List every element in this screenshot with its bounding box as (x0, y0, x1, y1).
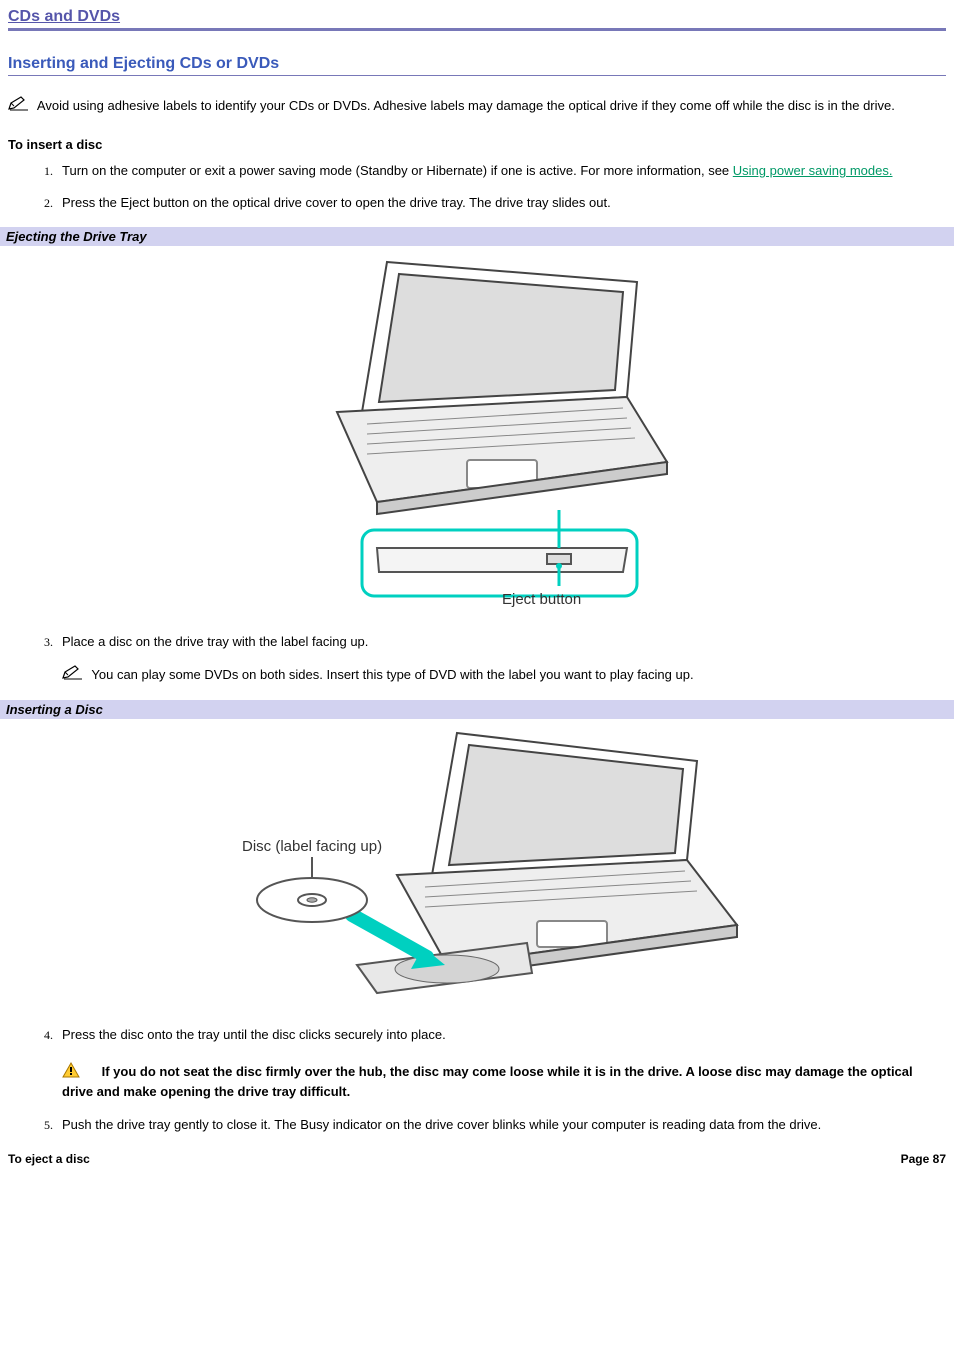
insert-steps-list-cont: Place a disc on the drive tray with the … (8, 633, 946, 686)
insert-steps-list-cont2: Press the disc onto the tray until the d… (8, 1026, 946, 1134)
step-4-text: Press the disc onto the tray until the d… (62, 1027, 446, 1042)
figure-1-caption: Ejecting the Drive Tray (0, 227, 954, 246)
step-1-text: Turn on the computer or exit a power sav… (62, 163, 733, 178)
step-1: Turn on the computer or exit a power sav… (56, 162, 946, 180)
step-4: Press the disc onto the tray until the d… (56, 1026, 946, 1102)
step-4-warning-text: If you do not seat the disc firmly over … (62, 1064, 913, 1099)
step-2: Press the Eject button on the optical dr… (56, 194, 946, 212)
figure-2-caption: Inserting a Disc (0, 700, 954, 719)
step-4-warning: If you do not seat the disc firmly over … (62, 1062, 946, 1101)
insert-heading: To insert a disc (8, 137, 946, 152)
power-saving-modes-link[interactable]: Using power saving modes. (733, 163, 893, 178)
disc-label: Disc (label facing up) (242, 838, 382, 855)
step-3-text: Place a disc on the drive tray with the … (62, 634, 368, 649)
step-3-note: You can play some DVDs on both sides. In… (62, 665, 946, 686)
footer-page-number: Page 87 (901, 1152, 946, 1166)
figure-2: Disc (label facing up) (8, 725, 946, 1008)
top-note: Avoid using adhesive labels to identify … (8, 96, 946, 117)
pencil-note-icon (62, 665, 84, 686)
figure-1: Eject button (8, 252, 946, 615)
step-5: Push the drive tray gently to close it. … (56, 1116, 946, 1134)
pencil-note-icon (8, 96, 30, 117)
page-footer: To eject a disc Page 87 (8, 1152, 946, 1166)
sub-section-title: Inserting and Ejecting CDs or DVDs (8, 55, 946, 76)
section-title: CDs and DVDs (8, 8, 946, 31)
eject-button-label: Eject button (502, 591, 581, 608)
step-3-note-text: You can play some DVDs on both sides. In… (91, 667, 693, 682)
warning-icon (62, 1062, 80, 1083)
insert-steps-list: Turn on the computer or exit a power sav… (8, 162, 946, 212)
top-note-text: Avoid using adhesive labels to identify … (37, 98, 895, 113)
footer-left: To eject a disc (8, 1152, 90, 1166)
step-3: Place a disc on the drive tray with the … (56, 633, 946, 686)
